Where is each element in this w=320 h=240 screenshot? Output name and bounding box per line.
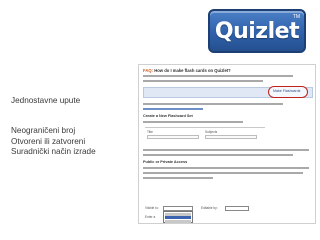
editable-by-label: Editable by: <box>201 206 218 210</box>
title-input[interactable] <box>147 135 199 139</box>
feature-collaborative: Suradnički način izrade <box>11 147 96 156</box>
visible-to-label: Visible to: <box>145 206 159 210</box>
enter-label: Enter a <box>145 215 156 219</box>
faq-text-line <box>143 177 213 179</box>
editable-select[interactable] <box>225 206 249 211</box>
form-title-label: Title <box>147 130 153 134</box>
feature-unlimited: Neograničeni broj <box>11 126 76 135</box>
dropdown-option[interactable] <box>165 219 191 223</box>
faq-text-line <box>143 103 283 105</box>
visibility-dropdown[interactable] <box>163 211 193 223</box>
create-set-form: Title Subjects <box>145 127 265 141</box>
faq-text-line <box>143 154 293 156</box>
logo-text: Quizlet <box>214 18 300 44</box>
logo-trademark: TM <box>292 14 300 20</box>
slide: Quizlet TM Jednostavne upute Neograničen… <box>0 0 320 240</box>
feature-open-closed: Otvoreni ili zatvoreni <box>11 136 86 146</box>
faq-text-line <box>143 121 243 123</box>
section-privacy: Public or Private Access <box>143 160 188 164</box>
form-subjects-label: Subjects <box>205 130 218 134</box>
section-create-set: Create a New Flashcard Set <box>143 114 193 118</box>
faq-text-line <box>143 75 293 77</box>
faq-title: FAQ: How do I make flash cards on Quizle… <box>143 68 231 73</box>
make-flashcards-button[interactable]: Make Flashcards <box>268 86 308 98</box>
subjects-input[interactable] <box>205 135 257 139</box>
faq-text-line <box>143 172 303 174</box>
faq-link-line[interactable] <box>143 108 203 110</box>
faq-text-line <box>143 167 309 169</box>
quizlet-logo: Quizlet TM <box>208 9 306 53</box>
make-flashcards-label: Make Flashcards <box>273 89 301 93</box>
faq-prefix: FAQ: <box>143 68 154 73</box>
feature-list: Neograničeni broj Otvoreni ili zatvoreni… <box>11 126 96 158</box>
simple-instructions-text: Jednostavne upute <box>11 96 81 105</box>
faq-text-line <box>143 149 309 151</box>
faq-text-line <box>143 80 263 82</box>
faq-question: How do I make flash cards on Quizlet? <box>154 68 231 73</box>
faq-screenshot: FAQ: How do I make flash cards on Quizle… <box>138 64 316 224</box>
